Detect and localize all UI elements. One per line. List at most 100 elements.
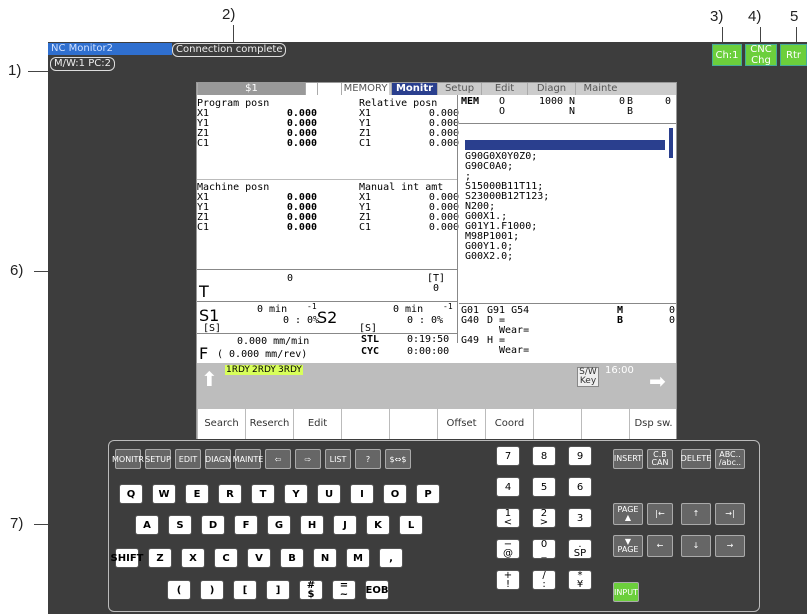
key-row_z-5[interactable]: B — [280, 548, 304, 568]
edit-key-right[interactable]: → — [715, 535, 745, 557]
num-key-n1[interactable]: 1 < — [496, 508, 520, 528]
return-button[interactable]: Rtr — [780, 44, 807, 66]
key-row_q-1[interactable]: W — [152, 484, 176, 504]
num-key-n0[interactable]: 0 _ — [532, 539, 556, 559]
tab-diagn[interactable]: Diagn — [527, 83, 575, 95]
scrollbar[interactable] — [669, 128, 673, 158]
key-row_z-7[interactable]: M — [346, 548, 370, 568]
edit-key-end[interactable]: →| — [715, 503, 745, 525]
edit-key-left[interactable]: ← — [647, 535, 673, 557]
softkey-3[interactable] — [341, 409, 389, 439]
edit-key-down[interactable]: ↓ — [681, 535, 711, 557]
num-key-np[interactable]: + ! — [496, 570, 520, 590]
tab-system[interactable]: $1 — [197, 83, 305, 95]
softkey-6[interactable]: Coord — [485, 409, 533, 439]
cnc-change-button[interactable]: CNC Chg — [745, 44, 777, 66]
key-row_z-6[interactable]: N — [313, 548, 337, 568]
sw-key-button[interactable]: S/W Key — [577, 367, 599, 387]
key-row_b-1[interactable]: ) — [200, 580, 224, 600]
softkey-1[interactable]: Reserch — [245, 409, 293, 439]
edit-key-abc[interactable]: ABC.. /abc.. — [715, 449, 745, 469]
key-row_q-5[interactable]: Y — [284, 484, 308, 504]
key-row_b-2[interactable]: [ — [233, 580, 257, 600]
edit-key-pagedn[interactable]: ▼ PAGE — [613, 535, 643, 557]
num-key-n6[interactable]: 6 — [568, 477, 592, 497]
next-arrow-icon[interactable]: ➡ — [649, 369, 666, 393]
key-row_a-6[interactable]: J — [333, 515, 357, 535]
num-key-n8[interactable]: 8 — [532, 446, 556, 466]
key-row_a-8[interactable]: L — [399, 515, 423, 535]
edit-key-delete[interactable]: DELETE — [681, 449, 711, 469]
key-row_q-6[interactable]: U — [317, 484, 341, 504]
num-key-n3[interactable]: 3 — [568, 508, 592, 528]
key-row_a-5[interactable]: H — [300, 515, 324, 535]
channel-button[interactable]: Ch:1 — [712, 44, 742, 66]
num-key-n9[interactable]: 9 — [568, 446, 592, 466]
key-row_q-7[interactable]: I — [350, 484, 374, 504]
softkey-4[interactable] — [389, 409, 437, 439]
function-key-5[interactable]: ⇦ — [265, 449, 291, 469]
softkey-8[interactable] — [581, 409, 629, 439]
key-row_z-2[interactable]: X — [181, 548, 205, 568]
key-row_q-4[interactable]: T — [251, 484, 275, 504]
tab-edit[interactable]: Edit — [481, 83, 527, 95]
key-row_q-9[interactable]: P — [416, 484, 440, 504]
function-key-1[interactable]: SETUP — [145, 449, 171, 469]
num-key-n7[interactable]: 7 — [496, 446, 520, 466]
key-row_b-5[interactable]: = ~ — [332, 580, 356, 600]
softkey-5[interactable]: Offset — [437, 409, 485, 439]
input-key[interactable]: INPUT — [613, 582, 639, 602]
axis-name: C1 — [197, 138, 210, 149]
program-header: MEM O 1000 N 0 B 0 O N B — [461, 96, 672, 117]
num-key-nm[interactable]: − @ — [496, 539, 520, 559]
key-row_a-1[interactable]: S — [168, 515, 192, 535]
key-row_q-2[interactable]: E — [185, 484, 209, 504]
num-key-n5[interactable]: 5 — [532, 477, 556, 497]
key-row_b-4[interactable]: # $ — [299, 580, 323, 600]
key-row_z-3[interactable]: C — [214, 548, 238, 568]
key-row_q-0[interactable]: Q — [119, 484, 143, 504]
tab-setup[interactable]: Setup — [437, 83, 481, 95]
function-key-2[interactable]: EDIT — [175, 449, 201, 469]
function-key-8[interactable]: ? — [355, 449, 381, 469]
softkey-2[interactable]: Edit — [293, 409, 341, 439]
softkey-9[interactable]: Dsp sw. — [629, 409, 677, 439]
num-key-ns[interactable]: / : — [532, 570, 556, 590]
function-key-9[interactable]: $⇔$ — [385, 449, 411, 469]
key-row_z-4[interactable]: V — [247, 548, 271, 568]
edit-key-pageup[interactable]: PAGE ▲ — [613, 503, 643, 525]
softkey-0[interactable]: Search — [197, 409, 245, 439]
function-key-4[interactable]: MAINTE — [233, 449, 263, 469]
key-row_a-4[interactable]: G — [267, 515, 291, 535]
key-row_a-0[interactable]: A — [135, 515, 159, 535]
num-key-n4[interactable]: 4 — [496, 477, 520, 497]
edit-key-cb[interactable]: C.B CAN — [647, 449, 673, 469]
key-row_z-1[interactable]: Z — [148, 548, 172, 568]
tab-monitr[interactable]: Monitr — [391, 83, 437, 95]
num-key-nx[interactable]: * ¥ — [568, 570, 592, 590]
key-row_z-8[interactable]: , — [379, 548, 403, 568]
key-row_b-6[interactable]: EOB — [365, 580, 389, 600]
num-key-n2[interactable]: 2 > — [532, 508, 556, 528]
key-row_q-3[interactable]: R — [218, 484, 242, 504]
key-row_q-8[interactable]: O — [383, 484, 407, 504]
axis-value: 0.000 — [428, 222, 459, 233]
edit-key-up[interactable]: ↑ — [681, 503, 711, 525]
program-listing[interactable]: G90G0X0Y0Z0; G90C0A0;; S15000B11T11; S23000… — [459, 123, 676, 262]
key-row_a-7[interactable]: K — [366, 515, 390, 535]
back-arrow-icon[interactable]: ⬆ — [201, 367, 218, 391]
edit-key-insert[interactable]: INSERT — [613, 449, 643, 469]
key-row_z-0[interactable]: SHIFT — [111, 548, 143, 568]
softkey-7[interactable] — [533, 409, 581, 439]
edit-key-home[interactable]: |← — [647, 503, 673, 525]
function-key-6[interactable]: ⇨ — [295, 449, 321, 469]
function-key-7[interactable]: LIST — [325, 449, 351, 469]
key-row_b-3[interactable]: ] — [266, 580, 290, 600]
function-key-3[interactable]: DIAGN — [205, 449, 231, 469]
key-row_b-0[interactable]: ( — [167, 580, 191, 600]
function-key-0[interactable]: MONITR — [112, 449, 144, 469]
tab-mainte[interactable]: Mainte — [575, 83, 625, 95]
key-row_a-2[interactable]: D — [201, 515, 225, 535]
key-row_a-3[interactable]: F — [234, 515, 258, 535]
num-key-nd[interactable]: . SP — [568, 539, 592, 559]
